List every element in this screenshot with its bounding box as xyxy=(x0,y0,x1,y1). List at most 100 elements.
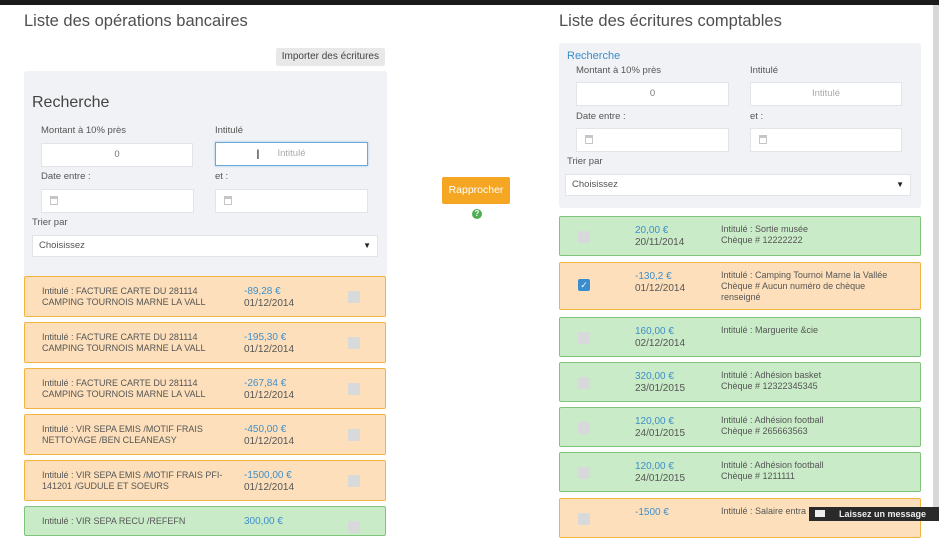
entry-date: 02/12/2014 xyxy=(635,338,686,349)
bank-operation-card[interactable]: Intitulé : FACTURE CARTE DU 281114 CAMPIN… xyxy=(24,322,386,363)
operation-label: Intitulé : VIR SEPA EMIS /MOTIF FRAIS PF… xyxy=(42,470,222,492)
accounting-amount-input[interactable]: 0 xyxy=(576,82,729,106)
bank-amount-input[interactable]: 0 xyxy=(41,143,193,167)
entry-intitule: Intitulé : Salaire entra xyxy=(721,506,807,516)
accounting-entry-card[interactable]: 320,00 €23/01/2015 Intitulé : Adhésion ba… xyxy=(559,362,921,402)
entry-checkbox[interactable] xyxy=(578,513,590,525)
operation-date: 01/12/2014 xyxy=(244,436,295,447)
entry-checkbox[interactable] xyxy=(578,467,590,479)
entry-intitule: Intitulé : Sortie musée xyxy=(721,224,809,234)
entry-checkbox[interactable] xyxy=(578,377,590,389)
operation-amount-block: -450,00 €01/12/2014 xyxy=(244,424,294,448)
bank-and-label: et : xyxy=(215,171,229,182)
reconcile-button[interactable]: Rapprocher xyxy=(442,177,510,204)
bank-intitule-label: Intitulé xyxy=(215,125,243,136)
envelope-icon xyxy=(815,510,825,517)
bank-intitule-input[interactable]: Intitulé I xyxy=(215,142,368,166)
operation-checkbox[interactable] xyxy=(348,521,360,533)
accounting-entry-card[interactable]: ✓ -130,2 €01/12/2014 Intitulé : Camping To… xyxy=(559,262,921,310)
operation-label-line-2: NETTOYAGE /BEN CLEANEASY xyxy=(42,435,177,445)
entry-amount-block: 120,00 €24/01/2015 xyxy=(635,416,685,440)
operation-label-line-1: Intitulé : VIR SEPA EMIS /MOTIF FRAIS xyxy=(42,424,203,434)
operation-label-line-1: Intitulé : VIR SEPA EMIS /MOTIF FRAIS PF… xyxy=(42,470,223,480)
accounting-entries-panel: Liste des écritures comptables Recherche… xyxy=(559,5,921,538)
operation-amount-block: -267,84 €01/12/2014 xyxy=(244,378,294,402)
accounting-entry-card[interactable]: 120,00 €24/01/2015 Intitulé : Adhésion fo… xyxy=(559,452,921,492)
entry-checkbox[interactable] xyxy=(578,422,590,434)
operation-label-line-1: Intitulé : FACTURE CARTE DU 281114 xyxy=(42,332,198,342)
operation-label-line-1: Intitulé : FACTURE CARTE DU 281114 xyxy=(42,286,198,296)
entry-amount-block: 20,00 €20/11/2014 xyxy=(635,225,684,249)
operation-label-line-1: Intitulé : FACTURE CARTE DU 281114 xyxy=(42,378,198,388)
operation-checkbox[interactable] xyxy=(348,291,360,303)
accounting-entry-card[interactable]: 20,00 €20/11/2014 Intitulé : Sortie musée… xyxy=(559,216,921,256)
operation-checkbox[interactable] xyxy=(348,429,360,441)
operation-label-line-2: CAMPING TOURNOIS MARNE LA VALL xyxy=(42,343,206,353)
accounting-entries-title: Liste des écritures comptables xyxy=(559,12,782,30)
operation-amount-block: 300,00 € xyxy=(244,516,283,528)
bank-operation-card[interactable]: Intitulé : FACTURE CARTE DU 281114 CAMPIN… xyxy=(24,276,386,317)
operation-checkbox[interactable] xyxy=(348,475,360,487)
accounting-intitule-input[interactable]: Intitulé xyxy=(750,82,902,106)
operation-label: Intitulé : VIR SEPA EMIS /MOTIF FRAIS NET… xyxy=(42,424,203,446)
entry-date: 24/01/2015 xyxy=(635,473,686,484)
help-icon[interactable]: ? xyxy=(472,209,482,219)
entry-checkbox[interactable]: ✓ xyxy=(578,279,590,291)
entry-intitule: Intitulé : Marguerite &cie xyxy=(721,325,819,335)
bank-date-to-input[interactable] xyxy=(215,189,368,213)
accounting-date-label: Date entre : xyxy=(576,111,626,122)
operation-checkbox[interactable] xyxy=(348,337,360,349)
operation-amount-block: -195,30 €01/12/2014 xyxy=(244,332,294,356)
entry-cheque: Chèque # 1211111 xyxy=(721,471,795,481)
accounting-intitule-label: Intitulé xyxy=(750,65,778,76)
accounting-sort-label: Trier par xyxy=(567,156,603,167)
entry-cheque: Chèque # 12322345345 xyxy=(721,381,818,391)
accounting-entry-card[interactable]: 120,00 €24/01/2015 Intitulé : Adhésion fo… xyxy=(559,407,921,447)
accounting-search-panel: Recherche Montant à 10% près 0 Intitulé … xyxy=(559,43,921,208)
entry-cheque: Chèque # 12222222 xyxy=(721,235,803,245)
page-edge xyxy=(933,5,939,521)
entry-details: Intitulé : Adhésion basket Chèque # 12322… xyxy=(721,370,821,392)
operation-amount: -450,00 € xyxy=(244,424,287,435)
accounting-sort-select[interactable]: Choisissez ▼ xyxy=(565,174,911,196)
operation-amount-block: -1500,00 €01/12/2014 xyxy=(244,470,294,494)
entry-intitule: Intitulé : Adhésion basket xyxy=(721,370,822,380)
entry-checkbox[interactable] xyxy=(578,332,590,344)
accounting-entry-card[interactable]: 160,00 €02/12/2014 Intitulé : Marguerite … xyxy=(559,317,921,357)
entry-date: 24/01/2015 xyxy=(635,428,686,439)
entry-details: Intitulé : Adhésion football Chèque # 265… xyxy=(721,415,824,437)
entry-cheque: Chèque # 265663563 xyxy=(721,426,808,436)
accounting-search-title: Recherche xyxy=(567,50,621,62)
bank-operations-title: Liste des opérations bancaires xyxy=(24,12,248,30)
caret-down-icon: ▼ xyxy=(363,241,371,250)
entry-checkbox[interactable] xyxy=(578,231,590,243)
entry-amount: 160,00 € xyxy=(635,326,674,337)
accounting-date-from-input[interactable] xyxy=(576,128,729,152)
operation-amount: -1500,00 € xyxy=(244,470,292,481)
bank-operation-card[interactable]: Intitulé : FACTURE CARTE DU 281114 CAMPIN… xyxy=(24,368,386,409)
operation-amount: -89,28 € xyxy=(244,286,281,297)
bank-operation-card[interactable]: Intitulé : VIR SEPA RECU /REFEFN 300,00 € xyxy=(24,506,386,536)
entry-intitule: Intitulé : Adhésion football xyxy=(721,460,824,470)
calendar-icon xyxy=(585,135,593,144)
bank-date-from-input[interactable] xyxy=(41,189,194,213)
entry-amount-block: -130,2 €01/12/2014 xyxy=(635,271,685,295)
bank-operation-card[interactable]: Intitulé : VIR SEPA EMIS /MOTIF FRAIS PF… xyxy=(24,460,386,501)
operation-checkbox[interactable] xyxy=(348,383,360,395)
entry-amount: 120,00 € xyxy=(635,461,674,472)
import-entries-button[interactable]: Importer des écritures xyxy=(275,48,385,66)
entry-details: Intitulé : Sortie musée Chèque # 12222222 xyxy=(721,224,808,246)
bank-search-panel: Recherche Montant à 10% près 0 Intitulé … xyxy=(24,71,387,277)
entry-amount: 320,00 € xyxy=(635,371,674,382)
operation-label: Intitulé : VIR SEPA RECU /REFEFN xyxy=(42,516,185,527)
accounting-date-to-input[interactable] xyxy=(750,128,902,152)
bank-search-title: Recherche xyxy=(32,94,110,111)
bank-operation-card[interactable]: Intitulé : VIR SEPA EMIS /MOTIF FRAIS NET… xyxy=(24,414,386,455)
entry-date: 01/12/2014 xyxy=(635,283,686,294)
bank-sort-label: Trier par xyxy=(32,217,68,228)
entry-details: Intitulé : Camping Tournoi Marne la Vall… xyxy=(721,270,887,303)
chat-widget[interactable]: Laissez un message xyxy=(809,507,939,521)
operation-label-line-2: 141201 /GUDULE ET SOEURS xyxy=(42,481,169,491)
bank-sort-select[interactable]: Choisissez ▼ xyxy=(32,235,378,257)
operation-date: 01/12/2014 xyxy=(244,482,295,493)
